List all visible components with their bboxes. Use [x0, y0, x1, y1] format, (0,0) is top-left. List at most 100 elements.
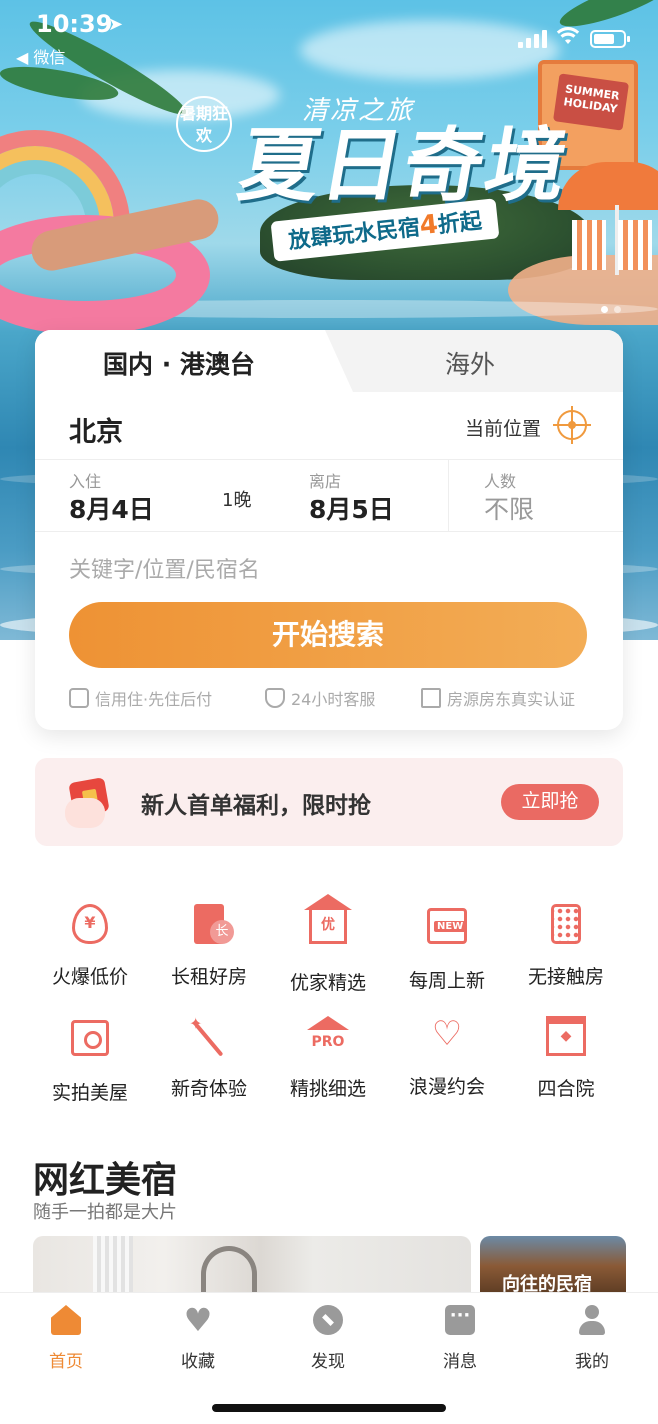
photo-arched-door [201, 1246, 257, 1296]
user-icon [577, 1305, 607, 1335]
home-icon [51, 1305, 81, 1335]
category-label: 四合院 [537, 1078, 595, 1100]
section-title: 网红美宿 [33, 1160, 178, 1201]
category-long-term[interactable]: 长租好房 [149, 902, 269, 989]
premium-house-icon: 优 [304, 894, 352, 954]
promo-badge: 暑期狂欢 [176, 96, 232, 152]
category-label: 长租好房 [170, 966, 247, 988]
tab-label: 收藏 [181, 1352, 215, 1372]
photo-curtain [93, 1236, 133, 1296]
feature-label: 房源房东真实认证 [447, 690, 576, 709]
status-bar: 10:39 ➤ ◀ 微信 [0, 0, 658, 80]
tab-domestic-label: 国内 · 港澳台 [103, 350, 255, 379]
section-subtitle: 随手一拍都是大片 [33, 1202, 177, 1223]
category-handpicked[interactable]: 精挑细选 [268, 1014, 388, 1101]
tab-home[interactable]: 首页 [16, 1305, 116, 1372]
checkout-date[interactable]: 8月5日 [309, 490, 394, 526]
heart-icon: ♥ [183, 1301, 213, 1339]
date-divider [448, 460, 449, 532]
feature-label: 信用住·先住后付 [95, 690, 213, 709]
camera-house-icon [68, 1020, 112, 1064]
search-card: 国内 · 港澳台 海外 北京 当前位置 入住 8月4日 1晚 离店 8月5日 人… [35, 330, 623, 730]
city-selector[interactable]: 北京 [69, 410, 123, 449]
featured-stay-card[interactable] [33, 1236, 471, 1296]
courtyard-gate-icon [544, 1016, 588, 1060]
beach-chair [572, 220, 606, 270]
category-romantic[interactable]: ♡ 浪漫约会 [387, 1014, 507, 1099]
category-label: 新奇体验 [170, 1078, 247, 1100]
search-tabs: 国内 · 港澳台 海外 [35, 330, 623, 392]
tab-favorites[interactable]: ♥ 收藏 [148, 1301, 248, 1372]
guests-label: 人数 [484, 472, 517, 491]
current-location-button[interactable]: 当前位置 [465, 414, 541, 441]
category-weekly-new[interactable]: 每周上新 [387, 902, 507, 993]
tab-discover[interactable]: 发现 [278, 1305, 378, 1372]
category-courtyard[interactable]: 四合院 [506, 1014, 626, 1101]
home-indicator [212, 1404, 446, 1412]
category-hot-deals[interactable]: 火爆低价 [30, 902, 150, 989]
tab-label: 发现 [311, 1352, 345, 1372]
date-row: 入住 8月4日 1晚 离店 8月5日 人数 不限 [35, 460, 623, 532]
newbie-promo-banner[interactable]: 新人首单福利，限时抢 立即抢 [35, 758, 623, 846]
feature-credit-stay: 信用住·先住后付 [69, 686, 212, 710]
flame-yuan-icon [68, 904, 112, 948]
tab-label: 我的 [575, 1352, 609, 1372]
feature-support: 24小时客服 [265, 686, 375, 710]
category-contactless[interactable]: 无接触房 [506, 902, 626, 989]
long-term-building-icon [187, 904, 234, 948]
house-verified-icon [421, 688, 441, 708]
heart-balloon-icon: ♡ [431, 1014, 463, 1054]
shield-icon [265, 688, 285, 708]
battery-icon [590, 30, 630, 48]
cellular-signal-icon [518, 30, 547, 48]
pro-house-icon [306, 1016, 350, 1060]
carousel-dot-active [601, 306, 608, 313]
keyword-input[interactable]: 关键字/位置/民宿名 [69, 552, 260, 584]
tab-label: 消息 [443, 1352, 477, 1372]
back-to-wechat-link[interactable]: ◀ 微信 [16, 44, 65, 68]
new-house-icon [425, 908, 469, 952]
category-novel-experience[interactable]: 新奇体验 [149, 1014, 269, 1101]
carousel-dot [614, 306, 621, 313]
category-label: 每周上新 [408, 970, 485, 992]
beach-chair [618, 220, 652, 270]
feature-verified: 房源房东真实认证 [421, 686, 575, 710]
category-label: 无接触房 [527, 966, 604, 988]
start-search-button[interactable]: 开始搜索 [69, 602, 587, 668]
category-real-photos[interactable]: 实拍美屋 [30, 1014, 150, 1105]
tab-domestic[interactable]: 国内 · 港澳台 [35, 330, 353, 392]
promo-title: 夏日奇境 [231, 119, 577, 212]
keypad-icon [544, 904, 588, 948]
checkout-label: 离店 [309, 472, 342, 491]
category-label: 火爆低价 [51, 966, 128, 988]
grab-now-button[interactable]: 立即抢 [501, 784, 599, 820]
featured-stay-card[interactable]: 向往的民宿 [480, 1236, 626, 1296]
carousel-dots [601, 306, 621, 313]
status-time: 10:39 [36, 10, 113, 38]
locate-icon[interactable] [553, 406, 591, 444]
feature-label: 24小时客服 [291, 690, 376, 709]
nights-count: 1晚 [222, 490, 252, 511]
category-label: 优家精选 [289, 972, 366, 994]
feature-badges: 信用住·先住后付 24小时客服 房源房东真实认证 [35, 686, 623, 716]
tab-label: 首页 [49, 1352, 83, 1372]
checkin-date[interactable]: 8月4日 [69, 490, 154, 526]
ribbon-suffix: 折起 [436, 208, 484, 239]
newbie-promo-text: 新人首单福利，限时抢 [141, 793, 371, 819]
city-row: 北京 当前位置 [35, 392, 623, 460]
tab-overseas[interactable]: 海外 [445, 345, 495, 381]
ribbon-text: 放肆玩水民宿 [287, 215, 422, 255]
category-premium[interactable]: 优 优家精选 [268, 894, 388, 995]
guests-selector[interactable]: 不限 [484, 490, 534, 526]
message-icon [445, 1305, 475, 1335]
magic-wand-icon [187, 1014, 231, 1060]
checkin-label: 入住 [69, 472, 102, 491]
category-label: 实拍美屋 [51, 1082, 128, 1104]
location-arrow-icon: ➤ [108, 14, 124, 35]
compass-icon [313, 1305, 343, 1335]
gift-icon [65, 776, 115, 828]
wifi-icon [556, 27, 580, 44]
tab-messages[interactable]: 消息 [410, 1305, 510, 1372]
credit-card-icon [69, 688, 89, 708]
tab-profile[interactable]: 我的 [542, 1305, 642, 1372]
